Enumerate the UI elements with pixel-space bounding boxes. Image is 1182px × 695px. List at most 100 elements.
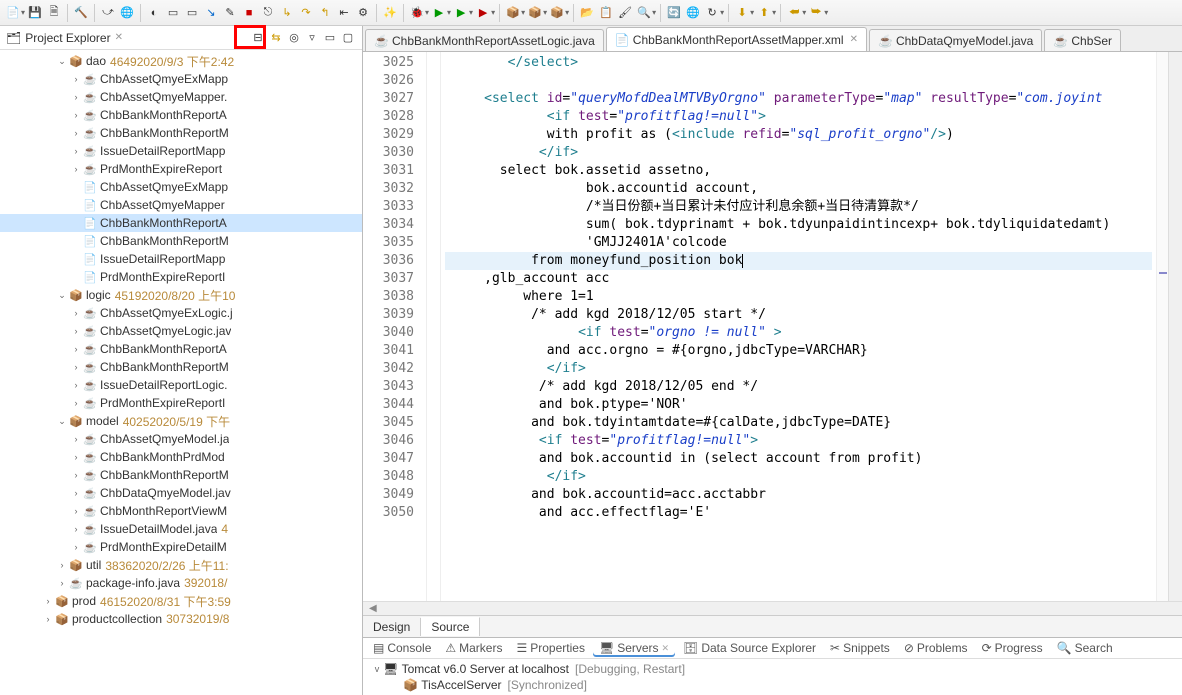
stop-icon[interactable]: ■ xyxy=(240,4,258,22)
step-over-icon[interactable]: ↷ xyxy=(297,4,315,22)
bottom-tab-properties[interactable]: ☰Properties xyxy=(510,639,590,657)
code-line[interactable]: where 1=1 xyxy=(445,288,1152,306)
open-task-icon[interactable]: 📋 xyxy=(597,4,615,22)
fold-marker[interactable] xyxy=(427,126,440,144)
editor-area[interactable]: 3025302630273028302930303031303230333034… xyxy=(363,52,1182,601)
sync-icon[interactable]: 🔄 xyxy=(665,4,683,22)
search-icon[interactable]: 🔍 xyxy=(635,4,653,22)
code-line[interactable]: <if test="profitflag!=null"> xyxy=(445,108,1152,126)
brush-icon[interactable]: 🖌 xyxy=(616,4,634,22)
debug-icon[interactable]: 🐞 xyxy=(408,4,426,22)
run-icon[interactable]: ▶ xyxy=(430,4,448,22)
tree-item[interactable]: 📄ChbBankMonthReportA xyxy=(0,214,362,232)
servers-view-body[interactable]: v🖥 Tomcat v6.0 Server at localhost[Debug… xyxy=(363,659,1182,695)
fold-marker[interactable] xyxy=(427,306,440,324)
bottom-tab-snippets[interactable]: ✂Snippets xyxy=(824,639,896,657)
bottom-tab-problems[interactable]: ⊘Problems xyxy=(898,639,974,657)
open-type-icon[interactable]: 📂 xyxy=(578,4,596,22)
design-tab[interactable]: Design xyxy=(363,618,421,636)
tree-item[interactable]: ⌄📦logic45192020/8/20 上午10 xyxy=(0,286,362,304)
bottom-tab-servers[interactable]: 🖥Servers✕ xyxy=(593,639,675,657)
code-line[interactable]: /*当日份额+当日累计未付应计利息余额+当日待清算款*/ xyxy=(445,198,1152,216)
disconnect-icon[interactable]: ⎋ xyxy=(259,4,277,22)
code-content[interactable]: </select> <select id="queryMofdDealMTVBy… xyxy=(441,52,1156,601)
code-line[interactable]: /* add kgd 2018/12/05 end */ xyxy=(445,378,1152,396)
code-line[interactable] xyxy=(445,72,1152,90)
fold-marker[interactable] xyxy=(427,396,440,414)
prev-annotation-icon[interactable]: ⬇ xyxy=(733,4,751,22)
code-line[interactable]: </select> xyxy=(445,54,1152,72)
code-line[interactable]: /* add kgd 2018/12/05 start */ xyxy=(445,306,1152,324)
save-icon[interactable]: 💾 xyxy=(26,4,44,22)
tree-item[interactable]: 📄IssueDetailReportMapp xyxy=(0,250,362,268)
tree-item[interactable]: ›☕ChbMonthReportViewM xyxy=(0,502,362,520)
folding-column[interactable] xyxy=(427,52,441,601)
bottom-tab-markers[interactable]: ⚠Markers xyxy=(439,639,508,657)
fold-marker[interactable] xyxy=(427,144,440,162)
fold-marker[interactable] xyxy=(427,504,440,522)
code-line[interactable]: and bok.tdyintamtdate=#{calDate,jdbcType… xyxy=(445,414,1152,432)
code-line[interactable]: bok.accountid account, xyxy=(445,180,1152,198)
editor-tab[interactable]: ☕ChbBankMonthReportAssetLogic.java xyxy=(365,29,604,51)
cursor-icon[interactable]: ↘ xyxy=(202,4,220,22)
code-line[interactable]: and bok.accountid in (select account fro… xyxy=(445,450,1152,468)
fold-marker[interactable] xyxy=(427,90,440,108)
tree-item[interactable]: ›☕IssueDetailModel.java4 xyxy=(0,520,362,538)
code-line[interactable]: and acc.effectflag='E' xyxy=(445,504,1152,522)
tree-item[interactable]: ›☕ChbBankMonthReportM xyxy=(0,358,362,376)
step-into-icon[interactable]: ↳ xyxy=(278,4,296,22)
code-line[interactable]: <if test="profitflag!=null"> xyxy=(445,432,1152,450)
code-line[interactable]: </if> xyxy=(445,144,1152,162)
editor-tab[interactable]: ☕ChbSer xyxy=(1044,29,1121,51)
wand-icon[interactable]: ✨ xyxy=(381,4,399,22)
new-package-icon[interactable]: 📦 xyxy=(504,4,522,22)
skip-icon[interactable]: ⤻ xyxy=(99,4,117,22)
fold-marker[interactable] xyxy=(427,360,440,378)
code-line[interactable]: <select id="queryMofdDealMTVByOrgno" par… xyxy=(445,90,1152,108)
web-icon[interactable]: 🌐 xyxy=(684,4,702,22)
horizontal-scrollbar[interactable]: ◀ xyxy=(363,601,1182,615)
drop-frame-icon[interactable]: ⇤ xyxy=(335,4,353,22)
code-line[interactable]: and bok.accountid=acc.acctabbr xyxy=(445,486,1152,504)
code-line[interactable]: 'GMJJ2401A'colcode xyxy=(445,234,1152,252)
tree-item[interactable]: ›☕ChbBankMonthReportA xyxy=(0,340,362,358)
editor-tab[interactable]: 📄ChbBankMonthReportAssetMapper.xml✕ xyxy=(606,27,867,51)
code-line[interactable]: with profit as (<include refid="sql_prof… xyxy=(445,126,1152,144)
tree-item[interactable]: 📄ChbAssetQmyeExMapp xyxy=(0,178,362,196)
fold-marker[interactable] xyxy=(427,72,440,90)
tree-item[interactable]: ›☕ChbBankMonthReportA xyxy=(0,106,362,124)
new-type-icon[interactable]: 📦 xyxy=(548,4,566,22)
tree-item[interactable]: ⌄📦model40252020/5/19 下午 xyxy=(0,412,362,430)
fold-marker[interactable] xyxy=(427,324,440,342)
source-tab[interactable]: Source xyxy=(421,617,480,636)
bottom-tab-data-source-explorer[interactable]: 🗄Data Source Explorer xyxy=(677,639,822,657)
tree-item[interactable]: ›☕package-info.java392018/ xyxy=(0,574,362,592)
fold-marker[interactable] xyxy=(427,288,440,306)
fold-marker[interactable] xyxy=(427,180,440,198)
fold-marker[interactable] xyxy=(427,450,440,468)
tree-item[interactable]: 📄PrdMonthExpireReportI xyxy=(0,268,362,286)
fold-marker[interactable] xyxy=(427,342,440,360)
forward-icon[interactable]: ⮩ xyxy=(807,4,825,22)
tree-item[interactable]: ›☕ChbBankMonthReportM xyxy=(0,124,362,142)
fold-marker[interactable] xyxy=(427,198,440,216)
server-name[interactable]: Tomcat v6.0 Server at localhost xyxy=(402,662,569,676)
save-all-icon[interactable]: 🗎 xyxy=(45,4,63,22)
run-last-icon[interactable]: ▶ xyxy=(452,4,470,22)
close-icon[interactable]: ✕ xyxy=(115,32,123,43)
build-icon[interactable]: 🔨 xyxy=(72,4,90,22)
tree-item[interactable]: ›☕PrdMonthExpireReportI xyxy=(0,394,362,412)
bottom-tab-console[interactable]: ▤Console xyxy=(367,639,437,657)
tree-item[interactable]: ›☕ChbBankMonthPrdMod xyxy=(0,448,362,466)
tree-item[interactable]: ⌄📦dao46492020/9/3 下午2:42 xyxy=(0,52,362,70)
tree-item[interactable]: ›☕ChbAssetQmyeModel.ja xyxy=(0,430,362,448)
tree-item[interactable]: ›☕PrdMonthExpireReport xyxy=(0,160,362,178)
vertical-scrollbar[interactable] xyxy=(1168,52,1182,601)
back-icon[interactable]: ⮨ xyxy=(785,4,803,22)
toggle-breakpoint-icon[interactable]: ◐ xyxy=(145,4,163,22)
fold-marker[interactable] xyxy=(427,432,440,450)
panel1-icon[interactable]: ▭ xyxy=(164,4,182,22)
next-annotation-icon[interactable]: ⬆ xyxy=(755,4,773,22)
fold-marker[interactable] xyxy=(427,162,440,180)
maximize-icon[interactable]: ▢ xyxy=(340,30,356,46)
